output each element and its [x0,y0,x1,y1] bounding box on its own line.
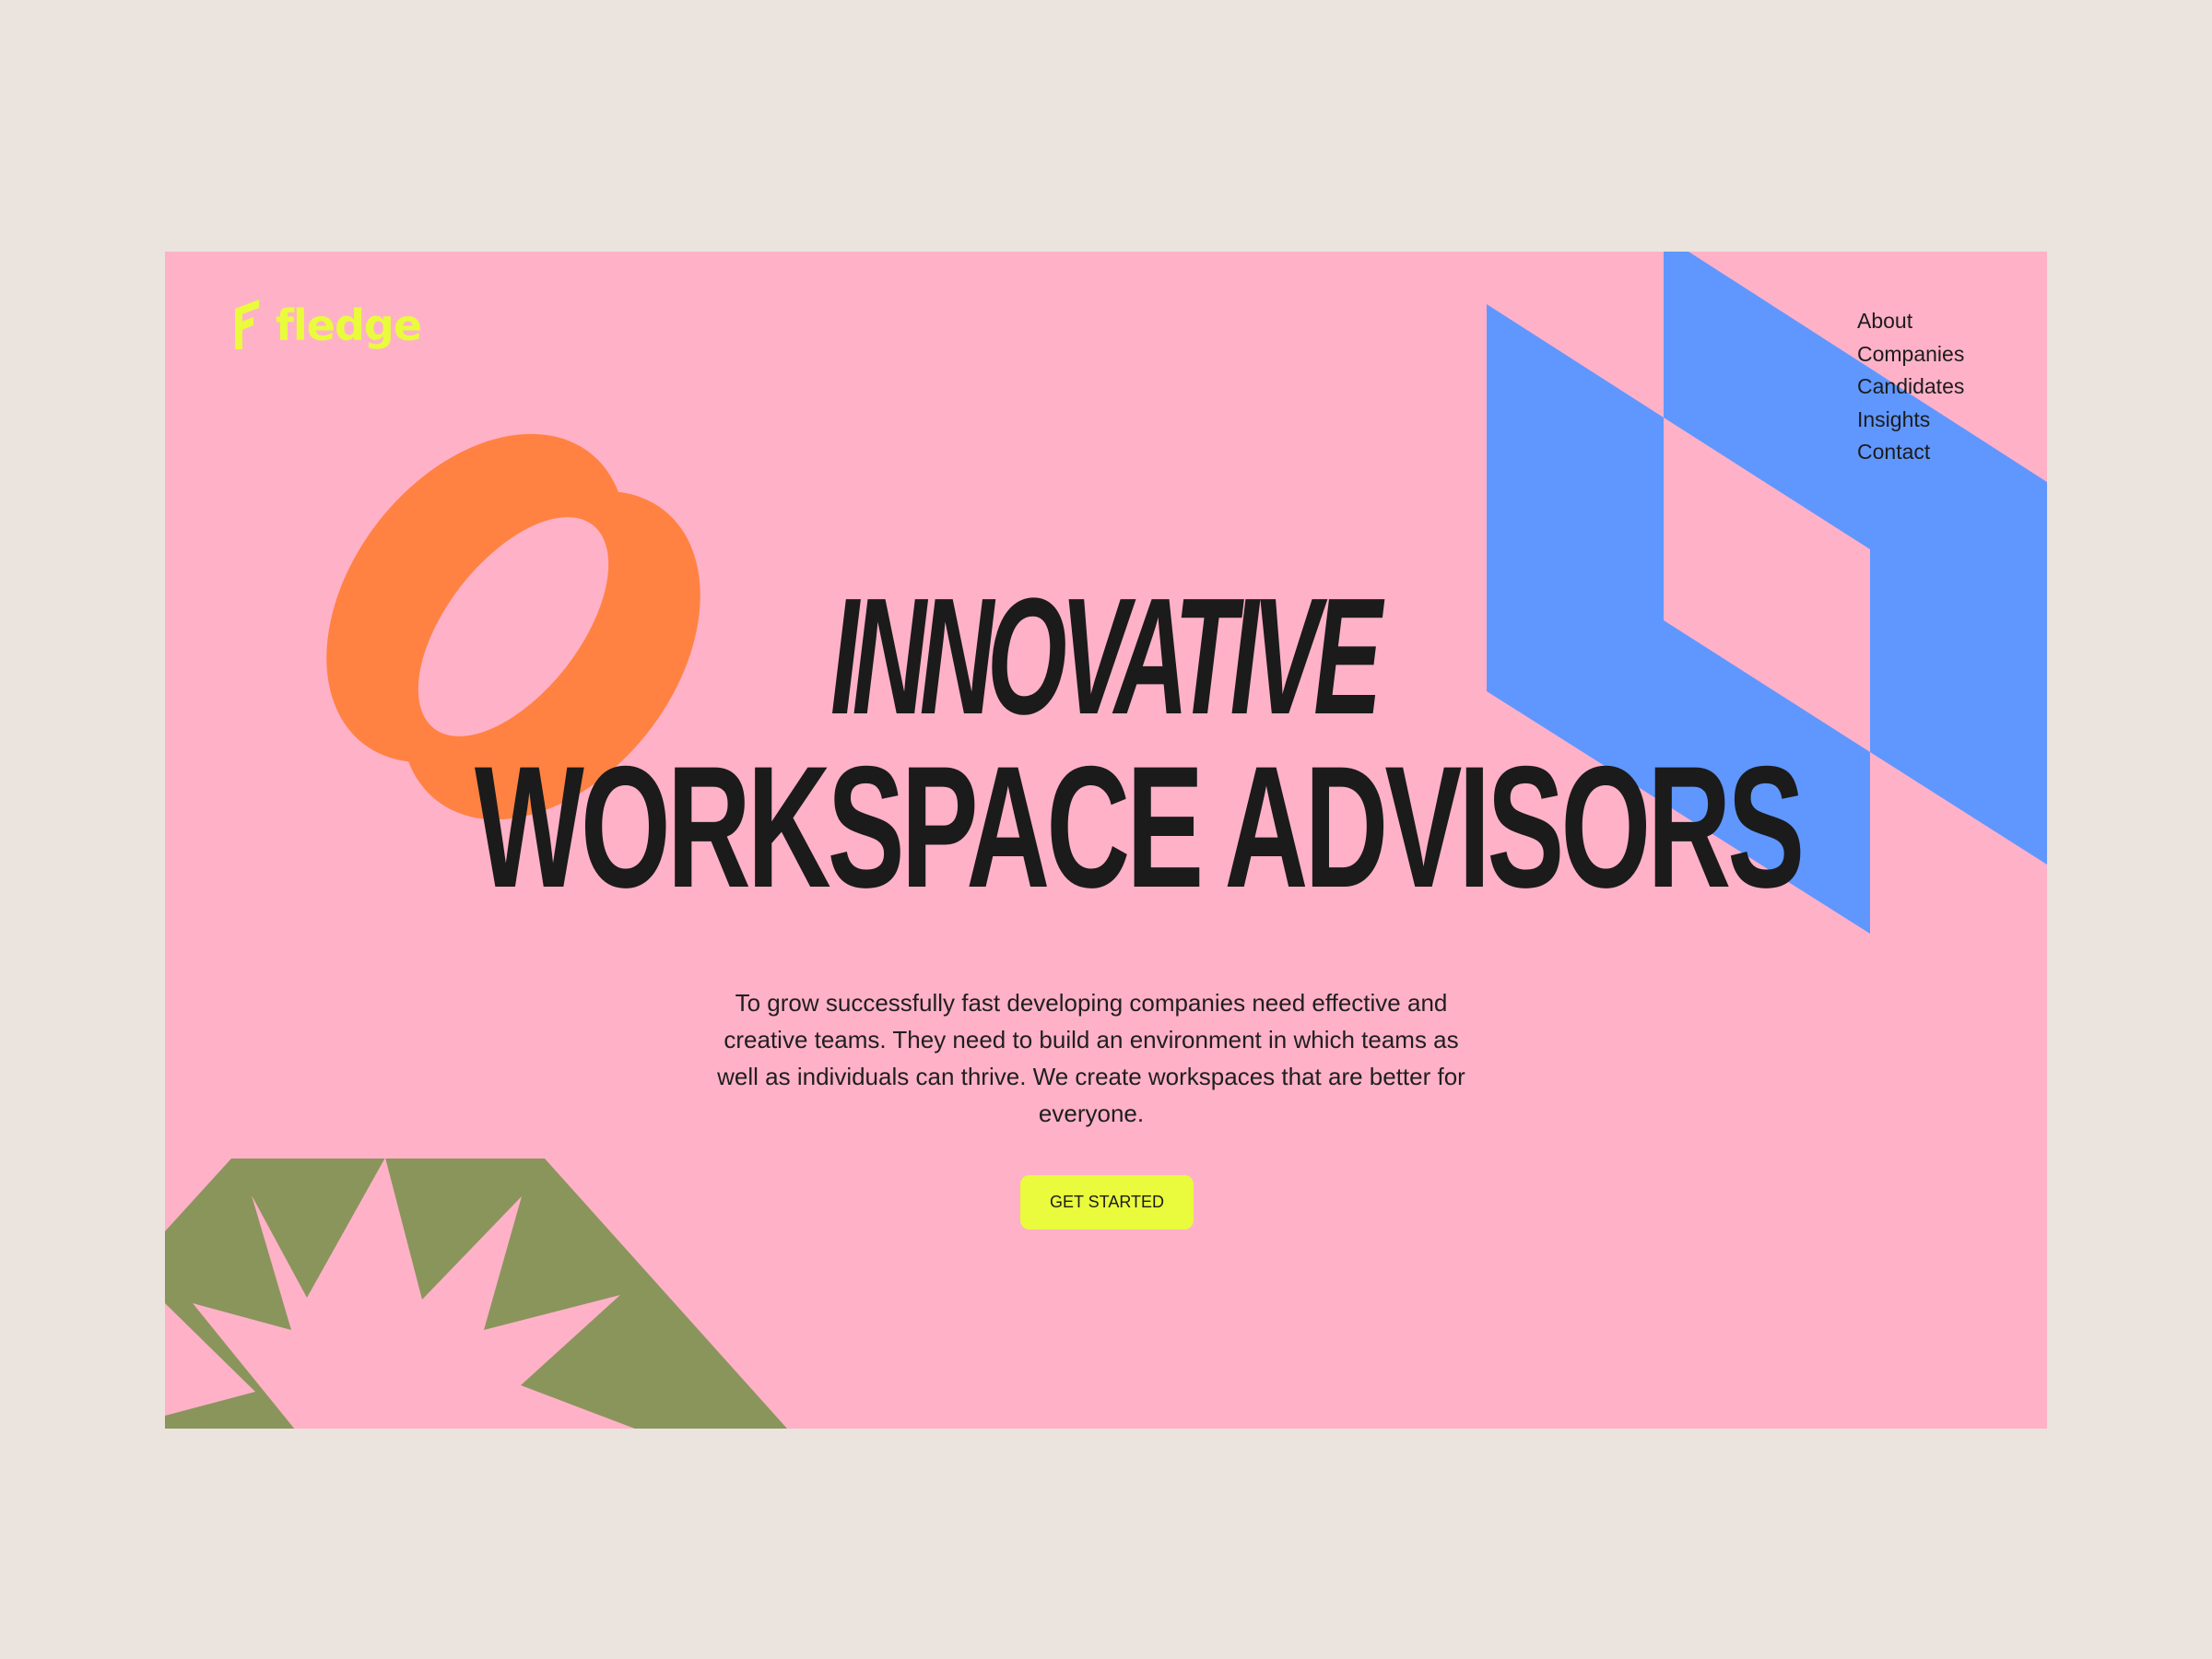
nav-link-candidates[interactable]: Candidates [1857,371,1964,404]
get-started-button[interactable]: GET STARTED [1020,1175,1194,1230]
hero-description: To grow successfully fast developing com… [717,989,1465,1127]
nav-link-contact[interactable]: Contact [1857,436,1964,469]
nav-link-about[interactable]: About [1857,305,1964,338]
fledge-f-mark-icon [235,300,259,349]
nav-link-insights[interactable]: Insights [1857,404,1964,437]
headline-workspace-advisors: WORKSPACE ADVISORS [474,730,1805,924]
hero-section: fledge About Companies Candidates Insigh… [165,252,2047,1429]
brand-name: fledge [276,300,422,350]
nav-link-companies[interactable]: Companies [1857,338,1964,371]
brand-logo[interactable]: fledge [231,298,422,353]
headline-innovative: INNOVATIVE [830,564,1382,749]
main-nav: About Companies Candidates Insights Cont… [1857,305,1964,469]
